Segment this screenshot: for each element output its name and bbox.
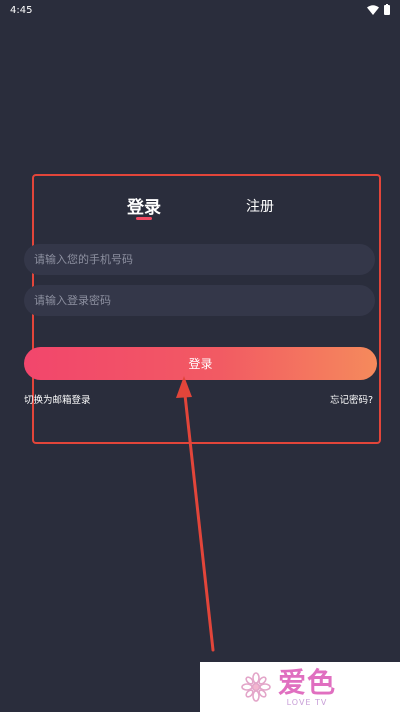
status-time: 4:45 bbox=[10, 4, 33, 16]
watermark-subtitle: LOVE TV bbox=[286, 697, 328, 707]
forgot-password-link[interactable]: 忘记密码? bbox=[330, 392, 373, 406]
phone-field[interactable] bbox=[24, 244, 375, 275]
phone-input[interactable] bbox=[34, 253, 375, 266]
wifi-icon bbox=[367, 5, 379, 15]
tab-login[interactable]: 登录 bbox=[127, 193, 161, 218]
status-icons bbox=[367, 4, 390, 15]
status-bar: 4:45 bbox=[0, 0, 400, 20]
tab-login-underline bbox=[136, 217, 152, 220]
tab-register[interactable]: 注册 bbox=[246, 196, 274, 216]
flower-logo-icon bbox=[241, 672, 271, 702]
battery-icon bbox=[384, 4, 390, 15]
login-button[interactable]: 登录 bbox=[24, 347, 377, 380]
password-field[interactable] bbox=[24, 285, 375, 316]
watermark: 爱色 LOVE TV bbox=[200, 662, 400, 712]
watermark-title: 爱色 bbox=[278, 665, 337, 699]
watermark-text: 爱色 LOVE TV bbox=[278, 665, 337, 707]
password-input[interactable] bbox=[34, 294, 375, 307]
auth-tabs: 登录 注册 bbox=[0, 193, 400, 223]
switch-email-login-link[interactable]: 切换为邮箱登录 bbox=[24, 392, 91, 406]
